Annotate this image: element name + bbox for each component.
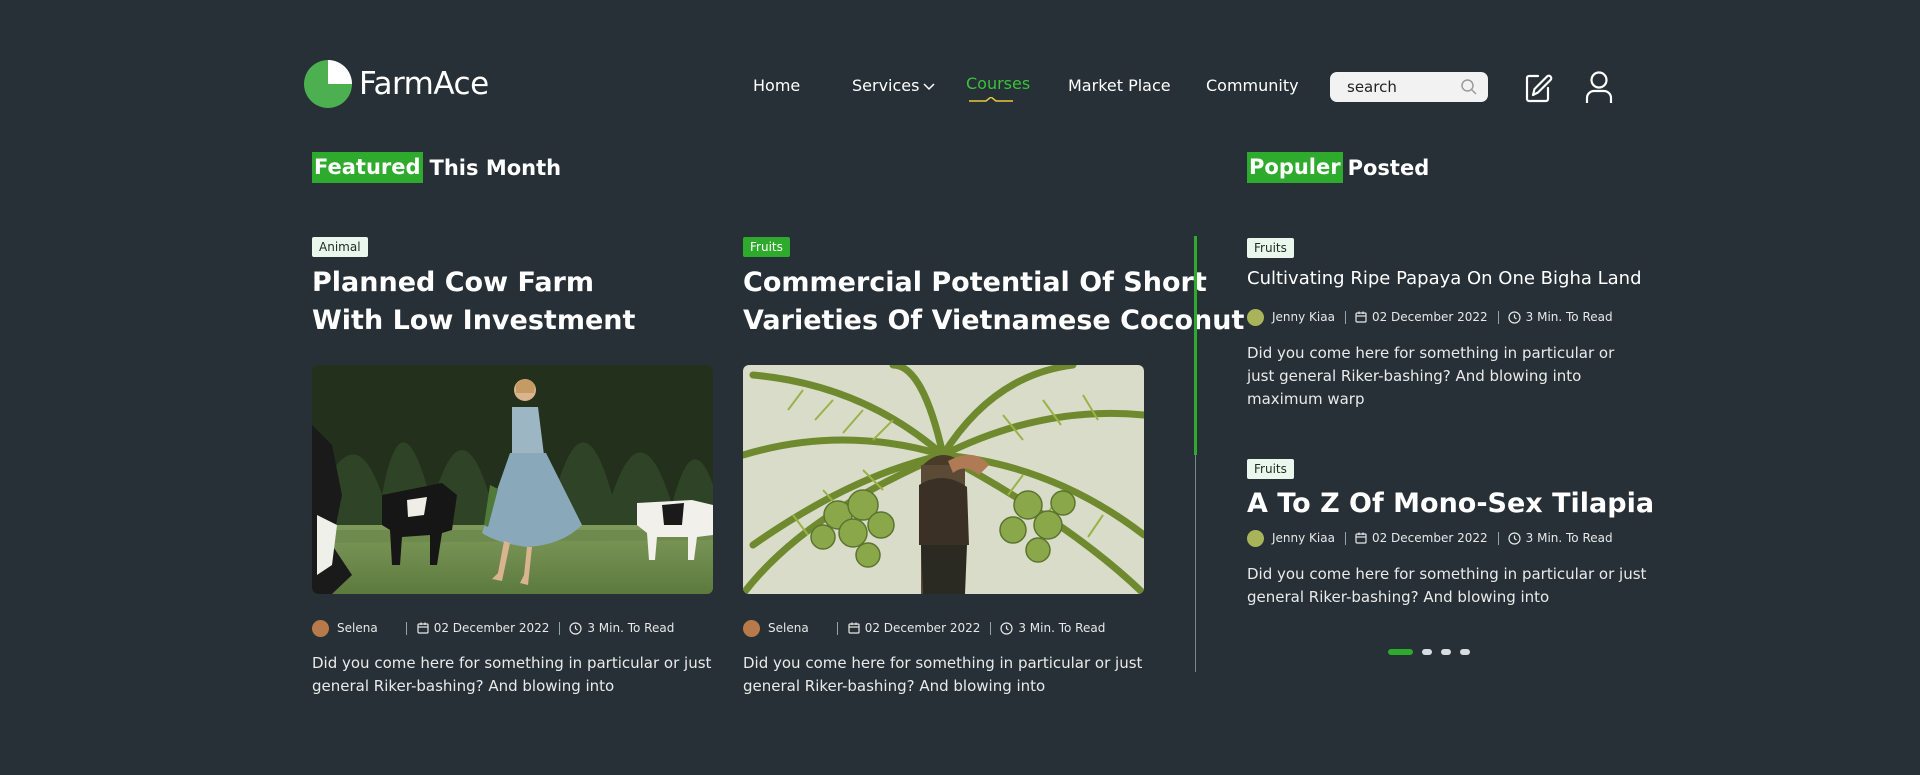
meta-divider: [1344, 310, 1346, 324]
excerpt-line: general Riker-bashing? And blowing into: [743, 677, 1046, 695]
category-badge[interactable]: Fruits: [1247, 238, 1294, 258]
pagination-dot-2[interactable]: [1422, 649, 1432, 655]
calendar-icon: [848, 622, 860, 634]
read-time: 3 Min. To Read: [1525, 531, 1613, 545]
pagination-dot-4[interactable]: [1460, 649, 1470, 655]
avatar: [1247, 529, 1264, 547]
calendar-icon: [417, 622, 429, 634]
meta-divider: [405, 621, 407, 635]
nav-community[interactable]: Community: [1206, 76, 1299, 95]
active-nav-underline: [969, 97, 1013, 102]
article-excerpt: Did you come here for something in parti…: [312, 652, 732, 698]
article-title[interactable]: Commercial Potential Of Short Varieties …: [743, 264, 1244, 340]
article-excerpt: Did you come here for something in parti…: [743, 652, 1163, 698]
read-time: 3 Min. To Read: [587, 621, 675, 635]
author-name[interactable]: Jenny Kiaa: [1272, 310, 1335, 324]
pagination-dot-1[interactable]: [1388, 649, 1413, 655]
clock-icon: [1508, 531, 1521, 545]
search-icon[interactable]: [1460, 78, 1478, 96]
chevron-down-icon: [923, 82, 935, 90]
read-time: 3 Min. To Read: [1018, 621, 1106, 635]
article-title-line: Commercial Potential Of Short: [743, 267, 1207, 298]
author-name[interactable]: Jenny Kiaa: [1272, 531, 1335, 545]
article-excerpt: Did you come here for something in parti…: [1247, 342, 1614, 411]
article-image[interactable]: [743, 365, 1144, 594]
avatar: [1247, 308, 1264, 326]
excerpt-line: general Riker-bashing? And blowing into: [312, 677, 615, 695]
article-title[interactable]: Planned Cow Farm With Low Investment: [312, 264, 635, 340]
carousel-pagination: [1388, 649, 1479, 655]
article-title-line: Planned Cow Farm: [312, 267, 594, 298]
cow-farm-photo: [312, 365, 713, 594]
article-meta: Jenny Kiaa 02 December 2022 3 Min. To Re…: [1247, 529, 1613, 547]
article-excerpt: Did you come here for something in parti…: [1247, 563, 1646, 609]
calendar-icon: [1355, 311, 1367, 323]
excerpt-line: maximum warp: [1247, 390, 1365, 408]
main-nav: Home Services Courses Market Place Commu…: [0, 74, 1920, 100]
nav-home[interactable]: Home: [753, 76, 800, 95]
category-badge[interactable]: Fruits: [743, 237, 790, 257]
scroll-indicator[interactable]: [1194, 236, 1197, 455]
read-time: 3 Min. To Read: [1525, 310, 1613, 324]
nav-market-place[interactable]: Market Place: [1068, 76, 1171, 95]
search-box[interactable]: search: [1330, 72, 1488, 102]
featured-heading-highlight: Featured: [312, 152, 423, 183]
popular-post-title[interactable]: Cultivating Ripe Papaya On One Bigha Lan…: [1247, 268, 1642, 289]
nav-services[interactable]: Services: [852, 76, 935, 95]
article-title-line: With Low Investment: [312, 305, 636, 336]
excerpt-line: Did you come here for something in parti…: [1247, 344, 1615, 362]
article-meta: Jenny Kiaa 02 December 2022 3 Min. To Re…: [1247, 308, 1613, 326]
meta-divider: [559, 621, 561, 635]
article-title-line: Varieties Of Vietnamese Coconut: [743, 305, 1245, 336]
excerpt-line: Did you come here for something in parti…: [312, 654, 712, 672]
calendar-icon: [1355, 532, 1367, 544]
article-meta: Selena 02 December 2022 3 Min. To Read: [312, 619, 674, 637]
pagination-dot-3[interactable]: [1441, 649, 1451, 655]
category-badge[interactable]: Animal: [312, 237, 368, 257]
search-input[interactable]: search: [1347, 78, 1397, 96]
clock-icon: [569, 621, 582, 635]
clock-icon: [1508, 310, 1521, 324]
nav-services-label: Services: [852, 76, 920, 95]
excerpt-line: Did you come here for something in parti…: [743, 654, 1143, 672]
featured-heading: Featured This Month: [312, 152, 561, 183]
excerpt-line: just general Riker-bashing? And blowing …: [1247, 367, 1582, 385]
coconut-tree-photo: [743, 365, 1144, 594]
featured-heading-rest: This Month: [429, 155, 562, 180]
publish-date: 02 December 2022: [864, 621, 981, 635]
category-badge[interactable]: Fruits: [1247, 459, 1294, 479]
meta-divider: [990, 621, 992, 635]
article-meta: Selena 02 December 2022 3 Min. To Read: [743, 619, 1105, 637]
meta-divider: [1497, 531, 1499, 545]
author-name[interactable]: Selena: [768, 621, 809, 635]
meta-divider: [1344, 531, 1346, 545]
article-image[interactable]: [312, 365, 713, 594]
popular-post-title[interactable]: A To Z Of Mono-Sex Tilapia: [1247, 488, 1654, 519]
edit-icon[interactable]: [1524, 70, 1554, 104]
avatar: [312, 619, 329, 637]
avatar: [743, 619, 760, 637]
publish-date: 02 December 2022: [1371, 310, 1488, 324]
excerpt-line: Did you come here for something in parti…: [1247, 565, 1647, 583]
popular-heading: Populer Posted: [1247, 152, 1429, 183]
publish-date: 02 December 2022: [433, 621, 550, 635]
author-name[interactable]: Selena: [337, 621, 378, 635]
nav-courses[interactable]: Courses: [966, 74, 1030, 93]
clock-icon: [1000, 621, 1013, 635]
excerpt-line: general Riker-bashing? And blowing into: [1247, 588, 1550, 606]
publish-date: 02 December 2022: [1371, 531, 1488, 545]
meta-divider: [1497, 310, 1499, 324]
user-icon[interactable]: [1584, 70, 1614, 104]
meta-divider: [836, 621, 838, 635]
popular-heading-rest: Posted: [1347, 155, 1430, 180]
popular-heading-highlight: Populer: [1247, 152, 1343, 183]
